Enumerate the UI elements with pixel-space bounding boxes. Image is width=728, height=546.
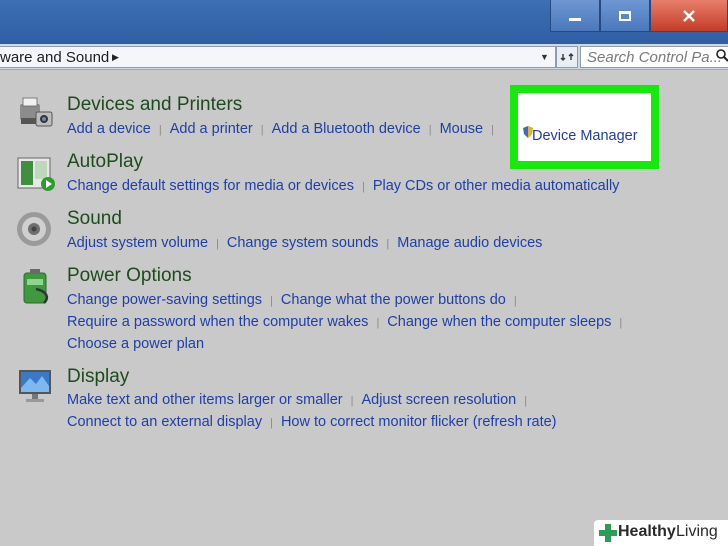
require-password-link[interactable]: Require a password when the computer wak… bbox=[67, 314, 368, 330]
autoplay-title[interactable]: AutoPlay bbox=[67, 151, 143, 173]
address-dropdown-icon[interactable]: ▼ bbox=[540, 52, 549, 62]
device-manager-highlight-inner: Device Manager bbox=[518, 93, 651, 161]
change-power-buttons-link[interactable]: Change what the power buttons do bbox=[281, 292, 506, 308]
maximize-icon bbox=[619, 10, 631, 21]
close-icon bbox=[683, 9, 695, 22]
devices-and-printers-title[interactable]: Devices and Printers bbox=[67, 94, 242, 116]
battery-icon bbox=[23, 269, 48, 304]
autoplay-icon bbox=[17, 157, 55, 191]
watermark-living: Living bbox=[676, 523, 718, 540]
change-when-sleeps-link[interactable]: Change when the computer sleeps bbox=[387, 314, 611, 330]
separator: | bbox=[513, 295, 517, 307]
connect-external-display-link[interactable]: Connect to an external display bbox=[67, 414, 262, 430]
sound-links: Adjust system volume | Change system sound… bbox=[67, 235, 542, 251]
refresh-button[interactable] bbox=[556, 46, 578, 68]
separator: | bbox=[216, 238, 219, 250]
device-manager-highlight: Device Manager bbox=[510, 85, 659, 169]
sound-title[interactable]: Sound bbox=[67, 208, 122, 230]
close-button[interactable] bbox=[650, 0, 728, 32]
mouse-link[interactable]: Mouse bbox=[440, 121, 484, 137]
play-cds-link[interactable]: Play CDs or other media automatically bbox=[373, 178, 620, 194]
separator: | bbox=[386, 238, 390, 250]
display-links-row1: Make text and other items larger or smal… bbox=[67, 392, 535, 408]
minimize-icon bbox=[569, 18, 581, 21]
device-manager-link[interactable]: Device Manager bbox=[532, 128, 638, 144]
separator: | bbox=[428, 124, 432, 136]
separator: | bbox=[491, 124, 494, 136]
breadcrumb-arrow-icon[interactable]: ▶ bbox=[112, 52, 119, 63]
display-links-row2: Connect to an external display | How to co… bbox=[67, 414, 557, 430]
power-links-row3: Choose a power plan bbox=[67, 336, 204, 352]
separator: | bbox=[260, 124, 264, 136]
watermark: Healthy Living bbox=[594, 520, 728, 546]
separator: | bbox=[524, 395, 528, 407]
title-bar bbox=[0, 0, 728, 44]
choose-power-plan-link[interactable]: Choose a power plan bbox=[67, 336, 204, 352]
add-bluetooth-device-link[interactable]: Add a Bluetooth device bbox=[272, 121, 421, 137]
watermark-healthy: Healthy bbox=[618, 523, 676, 540]
power-links-row2: Require a password when the computer wak… bbox=[67, 314, 630, 330]
monitor-flicker-link[interactable]: How to correct monitor flicker (refresh … bbox=[281, 414, 557, 430]
adjust-screen-resolution-link[interactable]: Adjust screen resolution bbox=[361, 392, 516, 408]
display-title[interactable]: Display bbox=[67, 366, 129, 388]
power-options-title[interactable]: Power Options bbox=[67, 265, 192, 287]
search-icon[interactable] bbox=[715, 48, 728, 62]
autoplay-links: Change default settings for media or dev… bbox=[67, 178, 619, 194]
change-system-sounds-link[interactable]: Change system sounds bbox=[227, 235, 379, 251]
add-a-device-link[interactable]: Add a device bbox=[67, 121, 151, 137]
breadcrumb-hardware-and-sound[interactable]: ware and Sound bbox=[0, 49, 109, 66]
monitor-icon bbox=[19, 370, 51, 402]
address-bar[interactable]: ware and Sound ▶ ▼ bbox=[0, 46, 556, 68]
separator: | bbox=[158, 124, 162, 136]
manage-audio-devices-link[interactable]: Manage audio devices bbox=[397, 235, 542, 251]
change-power-saving-link[interactable]: Change power-saving settings bbox=[67, 292, 262, 308]
adjust-system-volume-link[interactable]: Adjust system volume bbox=[67, 235, 208, 251]
change-default-settings-link[interactable]: Change default settings for media or dev… bbox=[67, 178, 354, 194]
speaker-icon bbox=[17, 212, 51, 246]
refresh-icon bbox=[560, 53, 574, 61]
devices-links: Add a device | Add a printer | Add a Bluetoo… bbox=[67, 121, 502, 137]
add-a-printer-link[interactable]: Add a printer bbox=[170, 121, 253, 137]
separator: | bbox=[376, 317, 380, 329]
make-text-larger-link[interactable]: Make text and other items larger or smal… bbox=[67, 392, 343, 408]
separator: | bbox=[361, 181, 365, 193]
separator: | bbox=[619, 317, 623, 329]
separator: | bbox=[270, 295, 273, 307]
power-links-row1: Change power-saving settings | Change what… bbox=[67, 292, 525, 308]
minimize-button[interactable] bbox=[550, 0, 600, 32]
address-bar-row: ware and Sound ▶ ▼ Search Control Pa... bbox=[0, 44, 728, 70]
separator: | bbox=[270, 417, 273, 429]
search-placeholder: Search Control Pa... bbox=[587, 49, 723, 66]
search-input[interactable]: Search Control Pa... bbox=[580, 46, 728, 68]
printer-camera-icon bbox=[20, 97, 53, 127]
separator: | bbox=[350, 395, 354, 407]
plus-logo-icon bbox=[599, 524, 617, 542]
maximize-button[interactable] bbox=[600, 0, 650, 32]
